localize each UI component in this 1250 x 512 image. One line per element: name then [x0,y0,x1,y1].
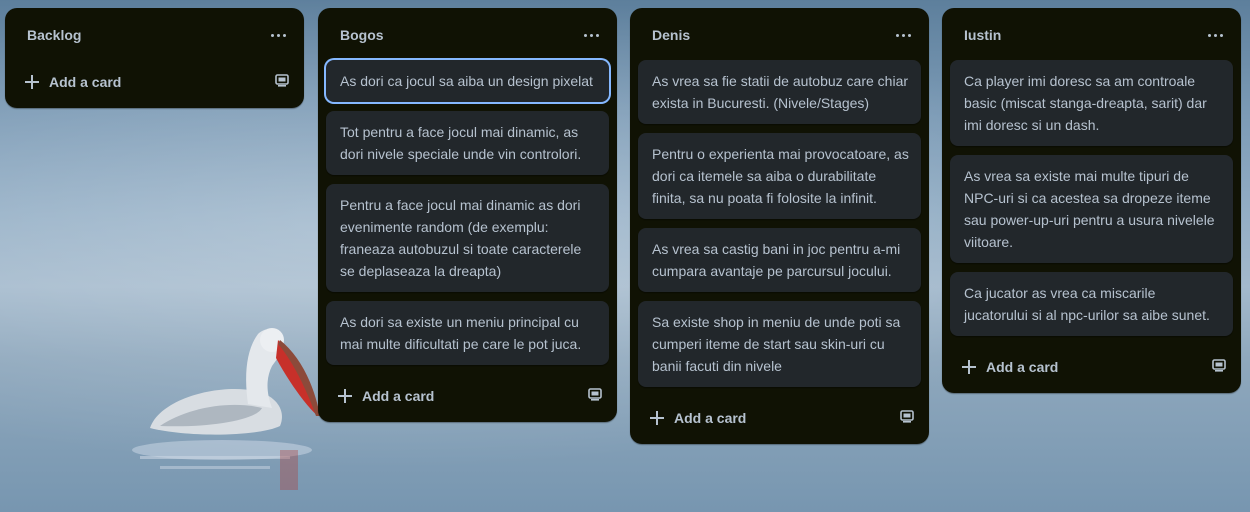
add-card-label: Add a card [362,388,435,404]
card[interactable]: Ca jucator as vrea ca miscarile jucatoru… [950,272,1233,336]
card-list: Ca player imi doresc sa am controale bas… [942,60,1241,336]
card-template-icon[interactable] [587,386,603,402]
add-card-button[interactable]: Add a card [326,380,566,412]
card[interactable]: Sa existe shop in meniu de unde poti sa … [638,301,921,387]
add-card-row: Add a card [942,345,1241,393]
card-list: As vrea sa fie statii de autobuz care ch… [630,60,929,387]
list-iustin: Iustin Ca player imi doresc sa am contro… [942,8,1241,393]
card[interactable]: As vrea sa castig bani in joc pentru a-m… [638,228,921,292]
more-icon[interactable] [889,21,917,49]
card[interactable]: Ca player imi doresc sa am controale bas… [950,60,1233,146]
card[interactable]: As vrea sa existe mai multe tipuri de NP… [950,155,1233,263]
list-title: Denis [652,27,691,43]
list-title: Iustin [964,27,1002,43]
plus-icon [338,389,352,403]
card[interactable]: Tot pentru a face jocul mai dinamic, as … [326,111,609,175]
card-list: As dori ca jocul sa aiba un design pixel… [318,60,617,365]
card[interactable]: Pentru a face jocul mai dinamic as dori … [326,184,609,292]
more-icon[interactable] [1201,21,1229,49]
card-template-icon[interactable] [274,72,290,88]
list-header: Iustin [942,8,1241,60]
add-card-label: Add a card [986,359,1059,375]
card[interactable]: As dori sa existe un meniu principal cu … [326,301,609,365]
add-card-button[interactable]: Add a card [638,402,878,434]
add-card-label: Add a card [49,74,122,90]
card[interactable]: As vrea sa fie statii de autobuz care ch… [638,60,921,124]
list-title: Bogos [340,27,384,43]
list-header: Bogos [318,8,617,60]
card[interactable]: Pentru o experienta mai provocatoare, as… [638,133,921,219]
card-template-icon[interactable] [1211,357,1227,373]
plus-icon [650,411,664,425]
list-header: Denis [630,8,929,60]
add-card-button[interactable]: Add a card [13,66,253,98]
list-title: Backlog [27,27,82,43]
list-bogos: Bogos As dori ca jocul sa aiba un design… [318,8,617,422]
list-denis: Denis As vrea sa fie statii de autobuz c… [630,8,929,444]
add-card-button[interactable]: Add a card [950,351,1190,383]
add-card-row: Add a card [5,60,304,108]
add-card-row: Add a card [630,396,929,444]
plus-icon [962,360,976,374]
board: Backlog Add a card Bogos As dori ca jocu… [0,0,1250,512]
more-icon[interactable] [264,21,292,49]
add-card-label: Add a card [674,410,747,426]
card-template-icon[interactable] [899,408,915,424]
more-icon[interactable] [577,21,605,49]
list-header: Backlog [5,8,304,60]
card[interactable]: As dori ca jocul sa aiba un design pixel… [326,60,609,102]
add-card-row: Add a card [318,374,617,422]
list-backlog: Backlog Add a card [5,8,304,108]
plus-icon [25,75,39,89]
